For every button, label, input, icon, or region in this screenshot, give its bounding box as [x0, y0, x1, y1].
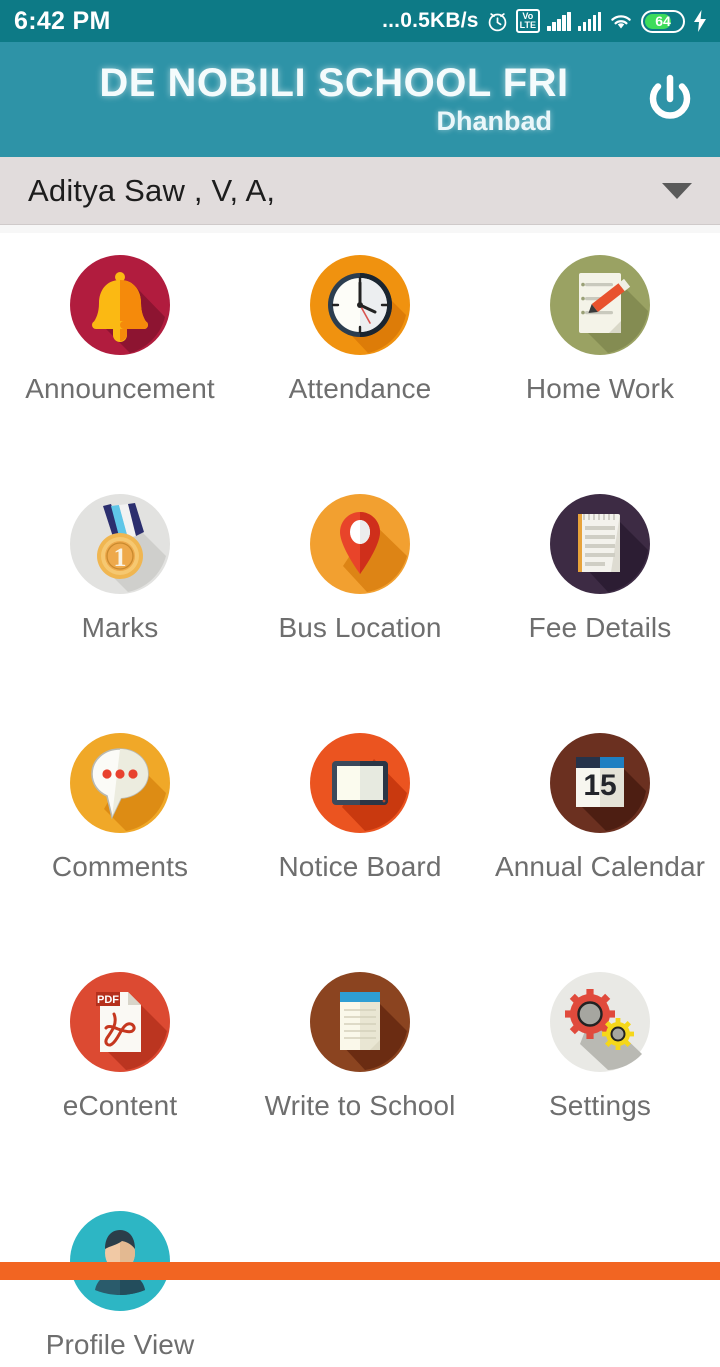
menu-item-notice-board[interactable]: Notice Board — [240, 733, 480, 889]
wifi-icon — [611, 14, 631, 28]
content-spacer — [0, 225, 720, 233]
chevron-down-icon[interactable] — [662, 182, 692, 199]
menu-item-label: Comments — [51, 851, 189, 882]
medal-icon: 1 — [70, 494, 170, 594]
menu-item-attendance[interactable]: Attendance — [240, 255, 480, 411]
medal-number: 1 — [114, 543, 127, 572]
battery-icon: 64 — [641, 9, 685, 33]
menu-item-write-to-school[interactable]: Write to School — [240, 972, 480, 1128]
status-icons: ... 0.5KB/s Vo LTE 64 — [382, 9, 708, 33]
gears-icon — [550, 972, 650, 1072]
battery-level: 64 — [655, 13, 671, 29]
menu-item-label: Profile View — [45, 1329, 195, 1360]
menu-item-label: Marks — [81, 612, 159, 643]
network-speed-value: 0.5KB/s — [400, 9, 479, 32]
pdf-label: PDF — [97, 994, 119, 1006]
menu-item-announcement[interactable]: Announcement — [0, 255, 240, 411]
menu-item-home-work[interactable]: Home Work — [480, 255, 720, 411]
app-header: DE NOBILI SCHOOL FRI Dhanbad — [0, 42, 720, 157]
bell-icon — [70, 255, 170, 355]
notebook-icon — [310, 972, 410, 1072]
alarm-icon — [488, 12, 506, 31]
menu-item-annual-calendar[interactable]: 15 Annual Calendar — [480, 733, 720, 889]
menu-grid: Announcement Attendance Home Work 1 Mark… — [0, 233, 720, 1367]
network-speed-prefix: ... — [382, 9, 401, 32]
menu-item-label: Home Work — [525, 373, 675, 404]
board-icon — [310, 733, 410, 833]
header-subtitle: Dhanbad — [436, 106, 552, 136]
signal-bars-icon — [547, 11, 571, 31]
menu-item-settings[interactable]: Settings — [480, 972, 720, 1128]
pdf-icon: PDF — [70, 972, 170, 1072]
notepad-icon — [550, 494, 650, 594]
charging-bolt-icon — [694, 10, 706, 32]
document-pencil-icon — [550, 255, 650, 355]
calendar-icon: 15 — [550, 733, 650, 833]
menu-item-label: Annual Calendar — [494, 851, 706, 882]
menu-item-bus-location[interactable]: Bus Location — [240, 494, 480, 650]
map-pin-icon — [310, 494, 410, 594]
menu-item-label: eContent — [62, 1090, 178, 1121]
signal-bars-icon — [577, 11, 601, 31]
menu-item-econtent[interactable]: PDF eContent — [0, 972, 240, 1128]
menu-item-label: Bus Location — [278, 612, 442, 643]
menu-item-label: Attendance — [288, 373, 432, 404]
page-title: DE NOBILI SCHOOL FRI — [99, 61, 569, 105]
menu-item-label: Notice Board — [278, 851, 442, 882]
menu-item-label: Write to School — [264, 1090, 456, 1121]
menu-item-fee-details[interactable]: Fee Details — [480, 494, 720, 650]
speech-bubble-icon — [70, 733, 170, 833]
calendar-day: 15 — [583, 769, 616, 802]
status-bar: 6:42 PM ... 0.5KB/s Vo LTE 64 — [0, 0, 720, 42]
volte-icon: Vo LTE — [515, 9, 540, 33]
menu-item-marks[interactable]: 1 Marks — [0, 494, 240, 650]
bottom-bar — [0, 1262, 720, 1280]
power-icon[interactable] — [638, 68, 702, 132]
status-time: 6:42 PM — [14, 6, 111, 35]
menu-item-label: Settings — [549, 1090, 651, 1121]
menu-item-comments[interactable]: Comments — [0, 733, 240, 889]
student-selector-dropdown[interactable]: Aditya Saw , V, A, — [0, 157, 720, 225]
menu-item-profile-view[interactable]: Profile View — [0, 1211, 240, 1367]
clock-icon — [310, 255, 410, 355]
menu-item-label: Fee Details — [528, 612, 672, 643]
header-text-block: DE NOBILI SCHOOL FRI Dhanbad — [0, 62, 638, 137]
person-icon — [70, 1211, 170, 1311]
menu-item-label: Announcement — [25, 373, 215, 404]
student-selector-value: Aditya Saw , V, A, — [28, 172, 276, 208]
